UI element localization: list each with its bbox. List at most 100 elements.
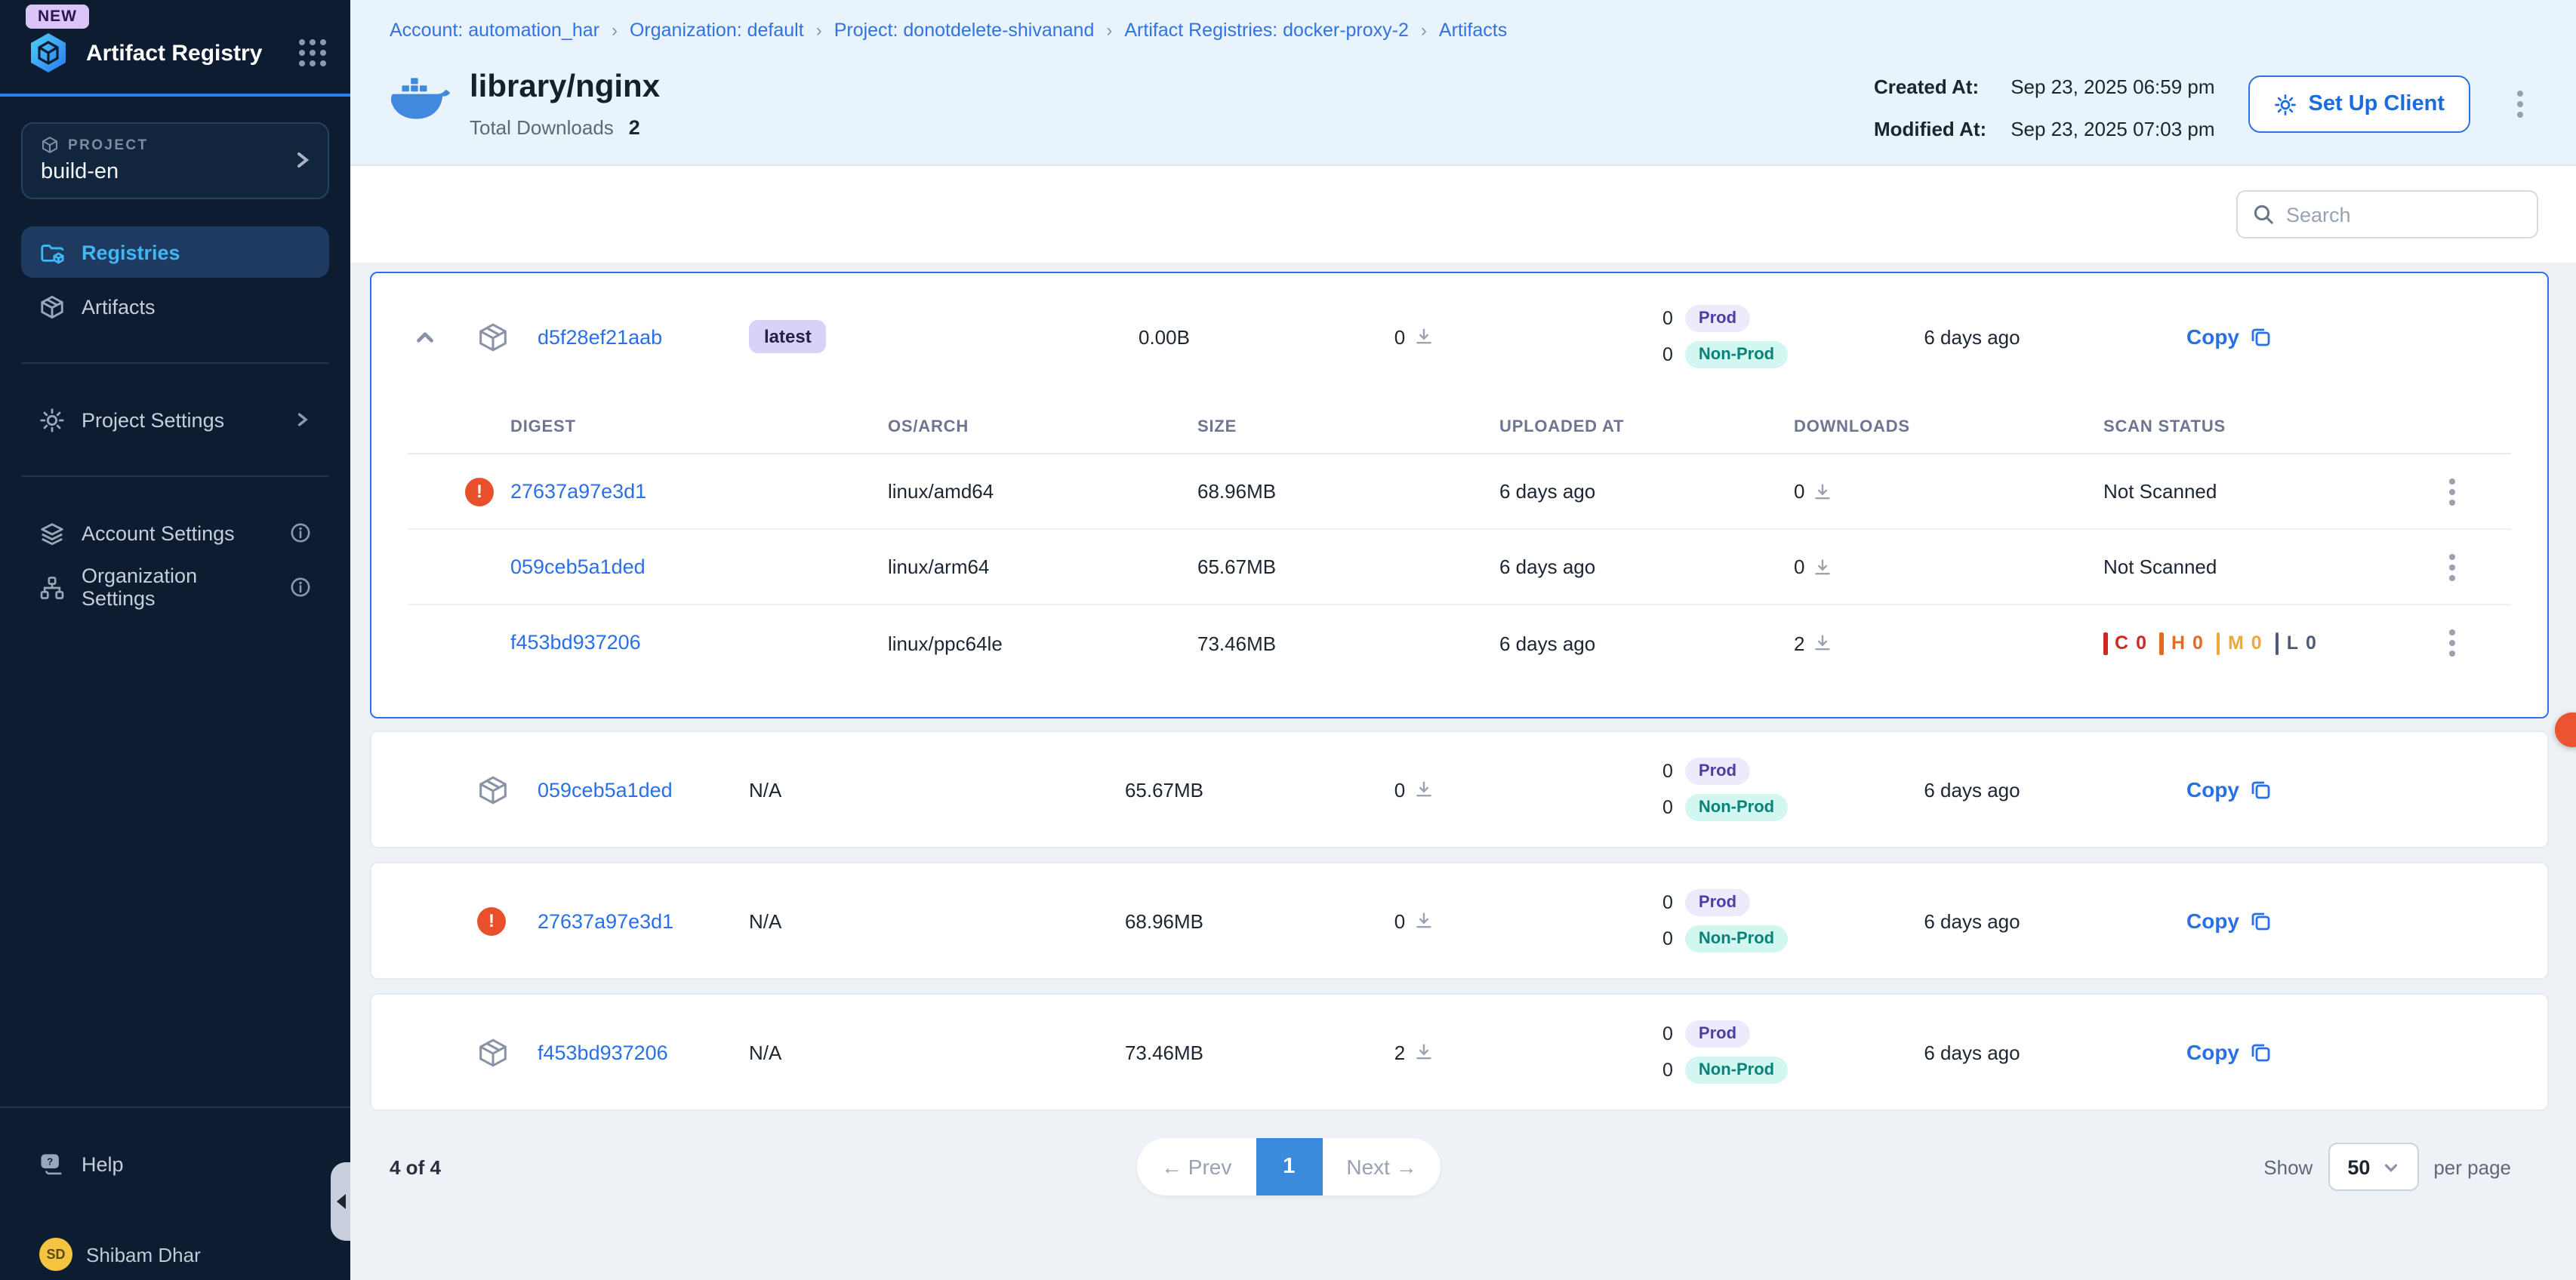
artifact-updated: 6 days ago bbox=[1924, 909, 2020, 932]
row-kebab-menu[interactable] bbox=[2436, 538, 2469, 595]
sidebar-accent-divider bbox=[0, 94, 350, 97]
artifact-row: 059ceb5a1ded N/A 65.67MB 0 0Prod 0Non-Pr… bbox=[371, 732, 2547, 847]
copy-button[interactable]: Copy bbox=[2186, 325, 2271, 349]
package-icon bbox=[477, 321, 538, 352]
row-kebab-menu[interactable] bbox=[2436, 614, 2469, 672]
vuln-high: H0 bbox=[2160, 632, 2203, 654]
copy-button[interactable]: Copy bbox=[2186, 1040, 2271, 1064]
chevron-right-icon bbox=[291, 149, 313, 171]
header-kebab-menu[interactable] bbox=[2504, 75, 2537, 133]
page-number-button[interactable]: 1 bbox=[1256, 1138, 1322, 1195]
artifact-digest-link[interactable]: 059ceb5a1ded bbox=[538, 778, 749, 801]
sidebar-item-artifacts[interactable]: Artifacts bbox=[21, 281, 329, 332]
tag-badge: latest bbox=[749, 320, 827, 353]
search-box bbox=[2236, 190, 2538, 238]
svg-text:?: ? bbox=[47, 1155, 53, 1167]
copy-button[interactable]: Copy bbox=[2186, 909, 2271, 933]
artifact-row: d5f28ef21aab latest 0.00B 0 0Prod 0Non-P… bbox=[371, 273, 2547, 400]
sidebar-item-label: Account Settings bbox=[82, 522, 235, 544]
breadcrumb-organization[interactable]: Organization: default bbox=[630, 20, 804, 41]
copy-button[interactable]: Copy bbox=[2186, 777, 2271, 802]
download-icon bbox=[1414, 1043, 1432, 1061]
artifact-updated: 6 days ago bbox=[1924, 325, 2020, 348]
docker-icon bbox=[390, 66, 450, 140]
digest-table: DIGEST OS/ARCH SIZE UPLOADED AT DOWNLOAD… bbox=[408, 400, 2511, 681]
breadcrumb-account[interactable]: Account: automation_har bbox=[390, 20, 599, 41]
downloads: 2 bbox=[1794, 632, 2103, 654]
help-button[interactable]: ? Help bbox=[21, 1138, 329, 1189]
chevron-left-icon bbox=[336, 1194, 345, 1209]
created-at-label: Created At: bbox=[1874, 75, 1986, 98]
col-size: SIZE bbox=[1197, 417, 1499, 435]
sidebar-collapse-handle[interactable] bbox=[331, 1162, 350, 1241]
download-icon bbox=[1813, 558, 1832, 576]
sidebar-nav: Registries Artifacts bbox=[0, 223, 350, 616]
row-kebab-menu[interactable] bbox=[2481, 892, 2547, 949]
scan-status: Not Scanned bbox=[2103, 555, 2436, 578]
help-label: Help bbox=[82, 1152, 124, 1175]
next-page-button[interactable]: Next → bbox=[1322, 1138, 1441, 1195]
sidebar-item-registries[interactable]: Registries bbox=[21, 226, 329, 278]
sidebar: NEW Artifact Registry bbox=[0, 0, 350, 1280]
total-downloads-label: Total Downloads bbox=[470, 116, 614, 139]
setup-client-label: Set Up Client bbox=[2309, 92, 2445, 116]
artifact-digest-link[interactable]: d5f28ef21aab bbox=[538, 325, 749, 348]
info-icon[interactable] bbox=[290, 522, 311, 543]
artifact-row: ! 27637a97e3d1 N/A 68.96MB 0 0Prod 0Non-… bbox=[371, 863, 2547, 978]
row-kebab-menu[interactable] bbox=[2481, 308, 2547, 365]
modified-at-label: Modified At: bbox=[1874, 118, 1986, 140]
modified-at-value: Sep 23, 2025 07:03 pm bbox=[2011, 118, 2214, 140]
setup-client-button[interactable]: Set Up Client bbox=[2248, 75, 2470, 133]
sidebar-item-label: Organization Settings bbox=[82, 565, 257, 610]
digest-link[interactable]: 059ceb5a1ded bbox=[510, 555, 646, 577]
artifact-card: 059ceb5a1ded N/A 65.67MB 0 0Prod 0Non-Pr… bbox=[370, 731, 2549, 848]
download-icon bbox=[1414, 780, 1432, 798]
digest-row: ! 27637a97e3d1 linux/amd64 68.96MB 6 day… bbox=[408, 454, 2511, 530]
sidebar-item-account-settings[interactable]: Account Settings bbox=[21, 507, 329, 558]
package-icon bbox=[477, 1036, 538, 1068]
vuln-medium: M0 bbox=[2217, 632, 2262, 654]
vuln-critical: C0 bbox=[2103, 632, 2146, 654]
row-kebab-menu[interactable] bbox=[2436, 463, 2469, 520]
project-selector[interactable]: PROJECT build-en bbox=[21, 122, 329, 199]
prod-badge: Prod bbox=[1685, 758, 1750, 785]
col-scan-status: SCAN STATUS bbox=[2103, 417, 2436, 435]
sidebar-item-project-settings[interactable]: Project Settings bbox=[21, 394, 329, 445]
prev-page-button[interactable]: ← Prev bbox=[1137, 1138, 1256, 1195]
chevron-up-icon[interactable] bbox=[413, 325, 436, 348]
row-kebab-menu[interactable] bbox=[2481, 761, 2547, 818]
search-input[interactable] bbox=[2286, 203, 2553, 226]
digest-row: 059ceb5a1ded linux/arm64 65.67MB 6 days … bbox=[408, 530, 2511, 605]
breadcrumb: Account: automation_har › Organization: d… bbox=[350, 0, 2576, 60]
artifact-digest-link[interactable]: 27637a97e3d1 bbox=[538, 909, 749, 932]
row-kebab-menu[interactable] bbox=[2481, 1023, 2547, 1081]
app-switcher-icon[interactable] bbox=[299, 39, 326, 66]
page-size-select[interactable]: 50 bbox=[2328, 1143, 2418, 1191]
digest-link[interactable]: 27637a97e3d1 bbox=[510, 479, 646, 502]
artifact-downloads: 0 bbox=[1338, 325, 1489, 348]
breadcrumb-artifacts[interactable]: Artifacts bbox=[1439, 20, 1507, 41]
prod-badge: Prod bbox=[1685, 889, 1750, 916]
user-menu[interactable]: SD Shibam Dhar bbox=[21, 1229, 329, 1280]
app-title: Artifact Registry bbox=[86, 40, 284, 66]
artifact-digest-link[interactable]: f453bd937206 bbox=[538, 1041, 749, 1063]
copy-icon bbox=[2250, 1042, 2271, 1063]
artifact-downloads: 0 bbox=[1338, 909, 1489, 932]
info-icon[interactable] bbox=[290, 577, 311, 598]
artifact-version: N/A bbox=[749, 909, 991, 932]
toolbar bbox=[350, 166, 2576, 263]
app-logo-icon bbox=[26, 30, 71, 75]
project-label: PROJECT bbox=[68, 137, 149, 153]
package-icon bbox=[477, 774, 538, 805]
registries-icon bbox=[39, 239, 65, 265]
breadcrumb-project[interactable]: Project: donotdelete-shivanand bbox=[834, 20, 1095, 41]
digest-row: f453bd937206 linux/ppc64le 73.46MB 6 day… bbox=[408, 605, 2511, 681]
sidebar-item-label: Artifacts bbox=[82, 295, 156, 318]
uploaded-at: 6 days ago bbox=[1499, 555, 1794, 578]
breadcrumb-registry[interactable]: Artifact Registries: docker-proxy-2 bbox=[1124, 20, 1409, 41]
total-downloads-value: 2 bbox=[629, 116, 640, 139]
help-chat-icon: ? bbox=[39, 1151, 65, 1177]
sidebar-item-organization-settings[interactable]: Organization Settings bbox=[21, 562, 329, 613]
breadcrumb-separator: › bbox=[1106, 20, 1112, 41]
digest-link[interactable]: f453bd937206 bbox=[510, 631, 641, 654]
